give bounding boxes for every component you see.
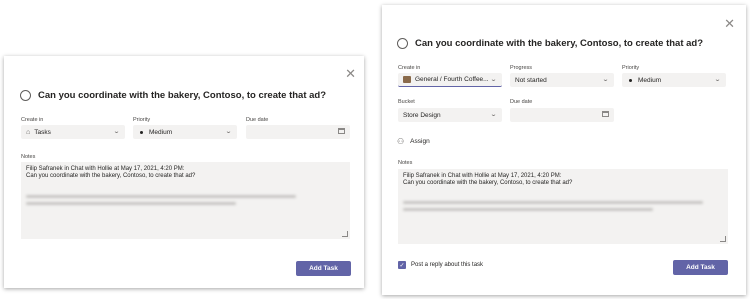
progress-label: Progress bbox=[510, 65, 533, 71]
complete-radio[interactable] bbox=[20, 90, 31, 101]
close-icon[interactable]: ✕ bbox=[724, 17, 735, 30]
add-task-button[interactable]: Add Task bbox=[673, 260, 728, 275]
create-in-value: General / Fourth Coffee... bbox=[415, 76, 489, 83]
task-title-row: Can you coordinate with the bakery, Cont… bbox=[20, 90, 326, 101]
add-task-dialog-simple: ✕ Can you coordinate with the bakery, Co… bbox=[4, 56, 364, 288]
chevron-down-icon: ⌄ bbox=[224, 129, 233, 135]
close-icon[interactable]: ✕ bbox=[345, 67, 356, 80]
assign-button[interactable]: ⚇ Assign bbox=[397, 137, 430, 146]
notes-line-2: Can you coordinate with the bakery, Cont… bbox=[403, 180, 573, 186]
create-in-label: Create in bbox=[21, 117, 44, 123]
bucket-value: Store Design bbox=[403, 111, 441, 119]
priority-dot-icon bbox=[140, 130, 143, 134]
due-date-input[interactable] bbox=[510, 108, 614, 122]
notes-line-2: Can you coordinate with the bakery, Cont… bbox=[26, 173, 196, 179]
bucket-label: Bucket bbox=[398, 99, 415, 105]
resize-handle[interactable] bbox=[720, 236, 726, 242]
notes-label: Notes bbox=[398, 160, 413, 166]
priority-dot-icon bbox=[629, 78, 632, 82]
due-date-input[interactable] bbox=[246, 125, 350, 139]
blurred-link bbox=[403, 201, 703, 204]
add-person-icon: ⚇ bbox=[397, 137, 405, 146]
chevron-down-icon: ⌄ bbox=[713, 77, 722, 83]
notes-line-1: Filip Safranek in Chat with Hollie at Ma… bbox=[26, 166, 185, 172]
post-reply-label: Post a reply about this task bbox=[411, 262, 484, 268]
assign-label: Assign bbox=[410, 138, 430, 145]
due-date-label: Due date bbox=[246, 117, 269, 123]
add-task-dialog-planner: ✕ Can you coordinate with the bakery, Co… bbox=[382, 5, 746, 295]
blurred-link bbox=[26, 195, 296, 198]
chevron-down-icon: ⌄ bbox=[112, 129, 121, 135]
bucket-select[interactable]: Store Design ⌄ bbox=[398, 108, 502, 122]
priority-value: Medium bbox=[638, 76, 662, 84]
checkmark-icon[interactable]: ✓ bbox=[398, 261, 406, 269]
calendar-icon bbox=[338, 128, 345, 134]
priority-label: Priority bbox=[622, 65, 640, 71]
create-in-select[interactable]: ⌂ Tasks ⌄ bbox=[21, 125, 125, 139]
chevron-down-icon: ⌄ bbox=[489, 77, 498, 83]
task-title: Can you coordinate with the bakery, Cont… bbox=[38, 90, 327, 101]
blurred-link bbox=[26, 202, 236, 205]
create-in-value: Tasks bbox=[34, 128, 51, 136]
notes-textarea[interactable]: Filip Safranek in Chat with Hollie at Ma… bbox=[21, 162, 350, 239]
home-icon: ⌂ bbox=[26, 128, 31, 136]
create-in-select[interactable]: General / Fourth Coffee... ⌄ bbox=[398, 73, 502, 87]
notes-label: Notes bbox=[21, 154, 36, 160]
priority-select[interactable]: Medium ⌄ bbox=[133, 125, 237, 139]
task-title: Can you coordinate with the bakery, Cont… bbox=[415, 38, 704, 49]
due-date-label: Due date bbox=[510, 99, 533, 105]
chevron-down-icon: ⌄ bbox=[601, 77, 610, 83]
create-in-label: Create in bbox=[398, 65, 421, 71]
blurred-link bbox=[403, 208, 653, 211]
priority-select[interactable]: Medium ⌄ bbox=[622, 73, 726, 87]
complete-radio[interactable] bbox=[397, 38, 408, 49]
calendar-icon bbox=[602, 111, 609, 117]
chevron-down-icon: ⌄ bbox=[489, 112, 498, 118]
progress-value: Not started bbox=[515, 76, 547, 84]
post-reply-checkbox-row[interactable]: ✓ Post a reply about this task bbox=[398, 261, 483, 269]
priority-label: Priority bbox=[133, 117, 151, 123]
priority-value: Medium bbox=[149, 128, 173, 136]
notes-textarea[interactable]: Filip Safranek in Chat with Hollie at Ma… bbox=[398, 169, 728, 244]
planner-icon bbox=[403, 76, 411, 83]
notes-line-1: Filip Safranek in Chat with Hollie at Ma… bbox=[403, 173, 562, 179]
progress-select[interactable]: Not started ⌄ bbox=[510, 73, 614, 87]
task-title-row: Can you coordinate with the bakery, Cont… bbox=[397, 38, 703, 49]
add-task-button[interactable]: Add Task bbox=[296, 261, 351, 276]
resize-handle[interactable] bbox=[342, 231, 348, 237]
